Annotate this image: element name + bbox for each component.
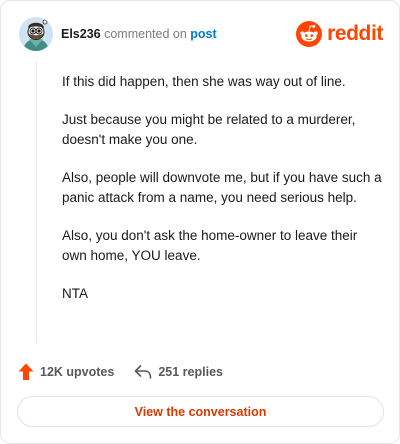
comment-actions: 12K upvotes 251 replies bbox=[18, 362, 223, 382]
username-link[interactable]: Els236 bbox=[61, 27, 101, 41]
reply-count: 251 replies bbox=[158, 365, 223, 379]
comment-paragraph: Also, you don't ask the home-owner to le… bbox=[62, 228, 358, 263]
snoo-avatar-icon bbox=[19, 17, 53, 51]
action-text: commented on bbox=[104, 27, 187, 41]
upvote-button[interactable]: 12K upvotes bbox=[18, 363, 114, 381]
upvote-count: 12K upvotes bbox=[40, 365, 115, 379]
comment-paragraph: If this did happen, then she was way out… bbox=[62, 74, 346, 89]
upvote-arrow-icon bbox=[18, 363, 34, 380]
comment-body: If this did happen, then she was way out… bbox=[62, 72, 382, 322]
replies-button[interactable]: 251 replies bbox=[134, 364, 223, 380]
comment-paragraph: Just because you might be related to a m… bbox=[62, 112, 356, 147]
reddit-wordmark: reddit bbox=[327, 22, 383, 45]
thread-line bbox=[36, 61, 37, 343]
comment-byline: Els236 commented on post bbox=[61, 27, 217, 41]
reply-arrow-icon bbox=[135, 365, 152, 379]
reddit-logo-icon bbox=[296, 21, 323, 47]
reddit-brand[interactable]: reddit bbox=[296, 20, 383, 48]
comment-header: Els236 commented on post reddit bbox=[19, 17, 383, 51]
post-link[interactable]: post bbox=[190, 27, 216, 41]
comment-embed-card: Els236 commented on post reddit If this … bbox=[0, 0, 400, 444]
user-avatar[interactable] bbox=[19, 17, 53, 51]
view-conversation-button[interactable]: View the conversation bbox=[17, 396, 384, 427]
comment-paragraph: Also, people will downvote me, but if yo… bbox=[62, 170, 382, 205]
comment-paragraph: NTA bbox=[62, 286, 88, 301]
